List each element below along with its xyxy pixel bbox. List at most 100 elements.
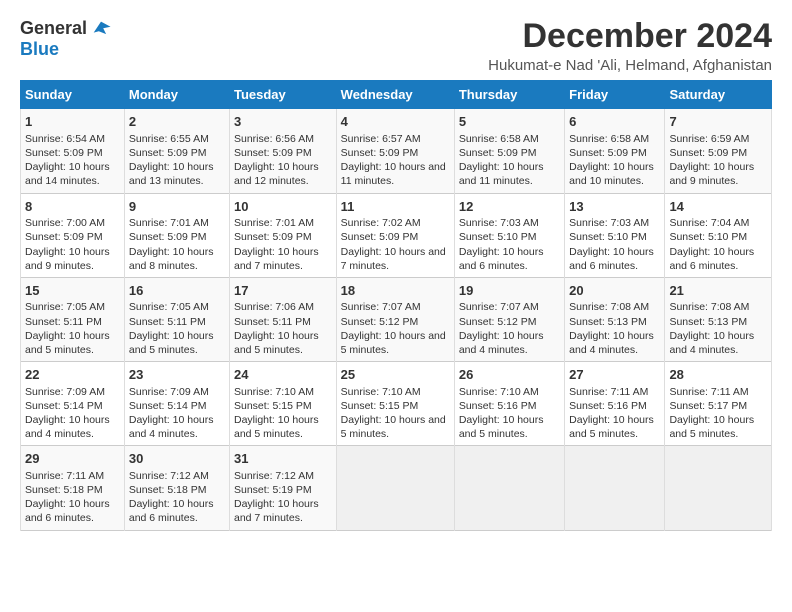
sunrise: Sunrise: 7:04 AM — [669, 217, 749, 229]
daylight: Daylight: 10 hours and 5 minutes. — [234, 414, 319, 440]
sunrise: Sunrise: 7:10 AM — [234, 386, 314, 398]
day-cell: 30Sunrise: 7:12 AMSunset: 5:18 PMDayligh… — [124, 446, 229, 530]
day-cell: 13Sunrise: 7:03 AMSunset: 5:10 PMDayligh… — [565, 193, 665, 277]
sunset: Sunset: 5:09 PM — [341, 231, 419, 243]
sunrise: Sunrise: 6:59 AM — [669, 133, 749, 145]
day-number: 10 — [234, 198, 332, 216]
day-cell: 14Sunrise: 7:04 AMSunset: 5:10 PMDayligh… — [665, 193, 772, 277]
daylight: Daylight: 10 hours and 5 minutes. — [569, 414, 654, 440]
daylight: Daylight: 10 hours and 13 minutes. — [129, 161, 214, 187]
day-cell: 7Sunrise: 6:59 AMSunset: 5:09 PMDaylight… — [665, 109, 772, 193]
day-number: 4 — [341, 113, 450, 131]
day-number: 23 — [129, 366, 225, 384]
day-number: 25 — [341, 366, 450, 384]
col-header-wednesday: Wednesday — [336, 81, 454, 109]
daylight: Daylight: 10 hours and 7 minutes. — [234, 246, 319, 272]
sunrise: Sunrise: 7:01 AM — [234, 217, 314, 229]
week-row-3: 15Sunrise: 7:05 AMSunset: 5:11 PMDayligh… — [21, 277, 772, 361]
day-cell: 17Sunrise: 7:06 AMSunset: 5:11 PMDayligh… — [229, 277, 336, 361]
sunset: Sunset: 5:09 PM — [234, 231, 312, 243]
day-number: 12 — [459, 198, 560, 216]
daylight: Daylight: 10 hours and 5 minutes. — [234, 330, 319, 356]
sunrise: Sunrise: 7:08 AM — [669, 301, 749, 313]
week-row-1: 1Sunrise: 6:54 AMSunset: 5:09 PMDaylight… — [21, 109, 772, 193]
day-cell — [454, 446, 564, 530]
day-number: 20 — [569, 282, 660, 300]
sunset: Sunset: 5:15 PM — [341, 400, 419, 412]
header: General Blue December 2024 Hukumat-e Nad… — [20, 18, 772, 74]
day-number: 9 — [129, 198, 225, 216]
daylight: Daylight: 10 hours and 5 minutes. — [341, 330, 446, 356]
sunrise: Sunrise: 7:09 AM — [25, 386, 105, 398]
day-cell: 1Sunrise: 6:54 AMSunset: 5:09 PMDaylight… — [21, 109, 125, 193]
sunrise: Sunrise: 7:06 AM — [234, 301, 314, 313]
logo-text-blue: Blue — [20, 39, 59, 59]
daylight: Daylight: 10 hours and 9 minutes. — [669, 161, 754, 187]
sunset: Sunset: 5:09 PM — [459, 147, 537, 159]
header-row: SundayMondayTuesdayWednesdayThursdayFrid… — [21, 81, 772, 109]
sunset: Sunset: 5:17 PM — [669, 400, 747, 412]
sunset: Sunset: 5:09 PM — [669, 147, 747, 159]
day-cell — [336, 446, 454, 530]
daylight: Daylight: 10 hours and 6 minutes. — [129, 498, 214, 524]
day-number: 5 — [459, 113, 560, 131]
sunrise: Sunrise: 7:10 AM — [341, 386, 421, 398]
sunset: Sunset: 5:09 PM — [569, 147, 647, 159]
day-number: 24 — [234, 366, 332, 384]
day-number: 28 — [669, 366, 767, 384]
sunset: Sunset: 5:14 PM — [129, 400, 207, 412]
day-number: 16 — [129, 282, 225, 300]
sunrise: Sunrise: 7:11 AM — [25, 470, 104, 482]
daylight: Daylight: 10 hours and 7 minutes. — [234, 498, 319, 524]
sunrise: Sunrise: 6:56 AM — [234, 133, 314, 145]
sunrise: Sunrise: 7:05 AM — [25, 301, 105, 313]
col-header-sunday: Sunday — [21, 81, 125, 109]
sunset: Sunset: 5:13 PM — [569, 316, 647, 328]
sunset: Sunset: 5:18 PM — [129, 484, 207, 496]
daylight: Daylight: 10 hours and 11 minutes. — [459, 161, 544, 187]
day-cell: 24Sunrise: 7:10 AMSunset: 5:15 PMDayligh… — [229, 362, 336, 446]
day-cell: 3Sunrise: 6:56 AMSunset: 5:09 PMDaylight… — [229, 109, 336, 193]
day-cell: 18Sunrise: 7:07 AM Sunset: 5:12 PM Dayligh… — [336, 277, 454, 361]
sunset: Sunset: 5:11 PM — [129, 316, 206, 328]
daylight: Daylight: 10 hours and 4 minutes. — [25, 414, 110, 440]
col-header-monday: Monday — [124, 81, 229, 109]
sunset: Sunset: 5:11 PM — [234, 316, 311, 328]
day-cell: 10Sunrise: 7:01 AM Sunset: 5:09 PM Dayligh… — [229, 193, 336, 277]
sunset: Sunset: 5:19 PM — [234, 484, 312, 496]
day-cell: 25Sunrise: 7:10 AMSunset: 5:15 PMDayligh… — [336, 362, 454, 446]
subtitle: Hukumat-e Nad 'Ali, Helmand, Afghanistan — [488, 57, 772, 74]
sunrise: Sunrise: 7:12 AM — [234, 470, 314, 482]
day-number: 3 — [234, 113, 332, 131]
sunrise: Sunrise: 7:11 AM — [569, 386, 648, 398]
day-cell — [665, 446, 772, 530]
day-cell: 31Sunrise: 7:12 AMSunset: 5:19 PMDayligh… — [229, 446, 336, 530]
week-row-2: 8Sunrise: 7:00 AMSunset: 5:09 PMDaylight… — [21, 193, 772, 277]
daylight: Daylight: 10 hours and 7 minutes. — [341, 246, 446, 272]
day-cell: 26Sunrise: 7:10 AMSunset: 5:16 PMDayligh… — [454, 362, 564, 446]
sunset: Sunset: 5:12 PM — [341, 316, 419, 328]
sunrise: Sunrise: 6:58 AM — [569, 133, 649, 145]
sunrise: Sunrise: 6:57 AM — [341, 133, 421, 145]
daylight: Daylight: 10 hours and 12 minutes. — [234, 161, 319, 187]
sunset: Sunset: 5:09 PM — [25, 231, 103, 243]
sunrise: Sunrise: 7:12 AM — [129, 470, 209, 482]
sunset: Sunset: 5:16 PM — [569, 400, 647, 412]
week-row-4: 22Sunrise: 7:09 AMSunset: 5:14 PMDayligh… — [21, 362, 772, 446]
col-header-tuesday: Tuesday — [229, 81, 336, 109]
day-cell: 2Sunrise: 6:55 AMSunset: 5:09 PMDaylight… — [124, 109, 229, 193]
calendar-table: SundayMondayTuesdayWednesdayThursdayFrid… — [20, 80, 772, 530]
daylight: Daylight: 10 hours and 5 minutes. — [669, 414, 754, 440]
sunrise: Sunrise: 7:05 AM — [129, 301, 209, 313]
sunrise: Sunrise: 7:07 AM — [341, 301, 421, 313]
sunset: Sunset: 5:09 PM — [341, 147, 419, 159]
day-number: 8 — [25, 198, 120, 216]
sunrise: Sunrise: 7:02 AM — [341, 217, 421, 229]
daylight: Daylight: 10 hours and 4 minutes. — [459, 330, 544, 356]
day-number: 18 — [341, 282, 450, 300]
main-title: December 2024 — [488, 18, 772, 55]
sunset: Sunset: 5:18 PM — [25, 484, 103, 496]
day-cell: 29Sunrise: 7:11 AMSunset: 5:18 PMDayligh… — [21, 446, 125, 530]
day-cell: 6Sunrise: 6:58 AMSunset: 5:09 PMDaylight… — [565, 109, 665, 193]
day-number: 19 — [459, 282, 560, 300]
